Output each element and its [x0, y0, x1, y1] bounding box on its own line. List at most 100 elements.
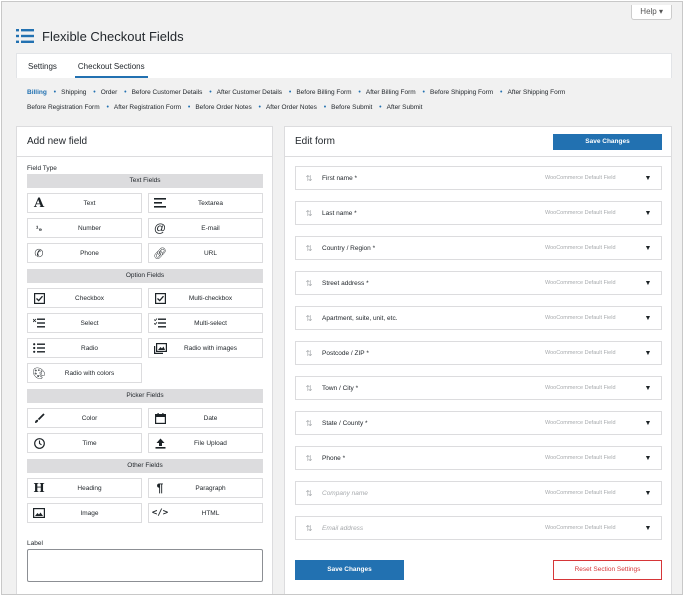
field-type-button-date[interactable]: Date [148, 408, 263, 428]
caret-down-icon[interactable]: ▼ [635, 385, 661, 392]
section-link[interactable]: Before Shipping Form [430, 89, 493, 96]
section-link[interactable]: After Billing Form [366, 89, 416, 96]
field-type-button-radio[interactable]: Radio [27, 338, 142, 358]
field-type-label: Radio [81, 344, 98, 352]
form-field-row[interactable]: ⇅ Phone * WooCommerce Default Field ▼ [295, 446, 662, 470]
tab-settings[interactable]: Settings [28, 54, 57, 78]
section-link[interactable]: After Shipping Form [508, 89, 566, 96]
field-type-button-color[interactable]: Color [27, 408, 142, 428]
section-link[interactable]: Shipping [61, 89, 86, 96]
field-type-button-checkbox[interactable]: Checkbox [27, 288, 142, 308]
field-type-button-multi-select[interactable]: Multi-select [148, 313, 263, 333]
field-type-button-url[interactable]: 🔗︎ URL [148, 243, 263, 263]
drag-handle-icon[interactable]: ⇅ [296, 209, 322, 218]
drag-handle-icon[interactable]: ⇅ [296, 349, 322, 358]
caret-down-icon[interactable]: ▼ [635, 175, 661, 182]
form-field-row[interactable]: ⇅ Last name * WooCommerce Default Field ▼ [295, 201, 662, 225]
section-link[interactable]: Before Submit [331, 104, 372, 111]
section-link[interactable]: Before Billing Form [296, 89, 351, 96]
field-type-button-time[interactable]: Time [27, 433, 142, 453]
select-icon [28, 318, 50, 328]
form-field-row[interactable]: ⇅ Country / Region * WooCommerce Default F… [295, 236, 662, 260]
caret-down-icon[interactable]: ▼ [635, 455, 661, 462]
caret-down-icon[interactable]: ▼ [635, 280, 661, 287]
form-field-row[interactable]: ⇅ Street address * WooCommerce Default Fie… [295, 271, 662, 295]
field-type-button-file-upload[interactable]: File Upload [148, 433, 263, 453]
textarea-icon [149, 198, 171, 208]
multi-select-icon [149, 318, 171, 328]
drag-handle-icon[interactable]: ⇅ [296, 384, 322, 393]
tab-checkout-sections[interactable]: Checkout Sections [74, 54, 148, 78]
field-type-button-radio-with-images[interactable]: Radio with images [148, 338, 263, 358]
field-type-button-textarea[interactable]: Textarea [148, 193, 263, 213]
field-type-button-image[interactable]: Image [27, 503, 142, 523]
field-type-button-multi-checkbox[interactable]: Multi-checkbox [148, 288, 263, 308]
caret-down-icon[interactable]: ▼ [635, 490, 661, 497]
field-type-label: Time [82, 439, 97, 447]
form-field-row[interactable]: ⇅ First name * WooCommerce Default Field ▼ [295, 166, 662, 190]
form-field-name: Country / Region * [322, 244, 376, 252]
field-group-header: Text Fields [27, 174, 263, 188]
drag-handle-icon[interactable]: ⇅ [296, 174, 322, 183]
field-type-button-e-mail[interactable]: @ E-mail [148, 218, 263, 238]
caret-down-icon[interactable]: ▼ [635, 525, 661, 532]
drag-handle-icon[interactable]: ⇅ [296, 524, 322, 533]
drag-handle-icon[interactable]: ⇅ [296, 244, 322, 253]
caret-down-icon[interactable]: ▼ [635, 420, 661, 427]
drag-handle-icon[interactable]: ⇅ [296, 419, 322, 428]
help-button[interactable]: Help ▾ [631, 5, 672, 20]
section-link[interactable]: Before Registration Form [27, 104, 100, 111]
separator-dot: • [422, 89, 425, 96]
drag-handle-icon[interactable]: ⇅ [296, 279, 322, 288]
form-field-row[interactable]: ⇅ Company name WooCommerce Default Field ▼ [295, 481, 662, 505]
section-link[interactable]: After Submit [387, 104, 423, 111]
form-field-row[interactable]: ⇅ Apartment, suite, unit, etc. WooCommerce… [295, 306, 662, 330]
email-icon: @ [153, 221, 167, 235]
caret-down-icon[interactable]: ▼ [635, 350, 661, 357]
field-type-button-radio-with-colors[interactable]: 🎨︎ Radio with colors [27, 363, 142, 383]
number-icon: ¹₉ [35, 223, 43, 233]
default-field-note: WooCommerce Default Field [545, 210, 616, 216]
field-type-button-select[interactable]: Select [27, 313, 142, 333]
reset-section-settings-button[interactable]: Reset Section Settings [553, 560, 662, 580]
separator-dot: • [209, 89, 212, 96]
caret-down-icon[interactable]: ▼ [635, 315, 661, 322]
field-type-button-paragraph[interactable]: ¶ Paragraph [148, 478, 263, 498]
add-field-title: Add new field [17, 127, 272, 157]
field-type-button-text[interactable]: A Text [27, 193, 142, 213]
label-textarea[interactable] [27, 549, 263, 582]
text-icon: A [33, 195, 45, 211]
section-link[interactable]: Billing [27, 89, 47, 96]
drag-handle-icon[interactable]: ⇅ [296, 454, 322, 463]
form-field-row[interactable]: ⇅ Email address WooCommerce Default Field ▼ [295, 516, 662, 540]
field-type-button-heading[interactable]: H Heading [27, 478, 142, 498]
caret-down-icon[interactable]: ▼ [635, 245, 661, 252]
save-changes-button-bottom[interactable]: Save Changes [295, 560, 404, 580]
form-field-row[interactable]: ⇅ Postcode / ZIP * WooCommerce Default Fie… [295, 341, 662, 365]
link-icon: 🔗︎ [153, 247, 167, 260]
section-link[interactable]: Before Order Notes [195, 104, 251, 111]
form-field-row[interactable]: ⇅ State / County * WooCommerce Default Fie… [295, 411, 662, 435]
drag-handle-icon[interactable]: ⇅ [296, 314, 322, 323]
caret-down-icon[interactable]: ▼ [635, 210, 661, 217]
section-link[interactable]: Before Customer Details [132, 89, 203, 96]
app-frame: Help ▾ Flexible Checkout Fields Settings… [1, 1, 683, 595]
save-changes-button-top[interactable]: Save Changes [553, 134, 662, 150]
default-field-note: WooCommerce Default Field [545, 280, 616, 286]
section-link[interactable]: Order [101, 89, 118, 96]
field-type-button-phone[interactable]: ✆ Phone [27, 243, 142, 263]
heading-icon: H [33, 481, 45, 495]
section-link[interactable]: After Registration Form [114, 104, 181, 111]
form-field-row[interactable]: ⇅ Town / City * WooCommerce Default Field ▼ [295, 376, 662, 400]
field-type-button-html[interactable]: </> HTML [148, 503, 263, 523]
field-type-label: Color [81, 414, 98, 422]
phone-icon: ✆ [34, 247, 44, 260]
default-field-note: WooCommerce Default Field [545, 490, 616, 496]
drag-handle-icon[interactable]: ⇅ [296, 489, 322, 498]
section-link[interactable]: After Order Notes [266, 104, 317, 111]
separator-dot: • [106, 104, 109, 111]
section-link[interactable]: After Customer Details [217, 89, 282, 96]
form-field-name: Apartment, suite, unit, etc. [322, 314, 398, 322]
tab-bar: Settings Checkout Sections [16, 53, 672, 78]
field-type-button-number[interactable]: ¹₉ Number [27, 218, 142, 238]
